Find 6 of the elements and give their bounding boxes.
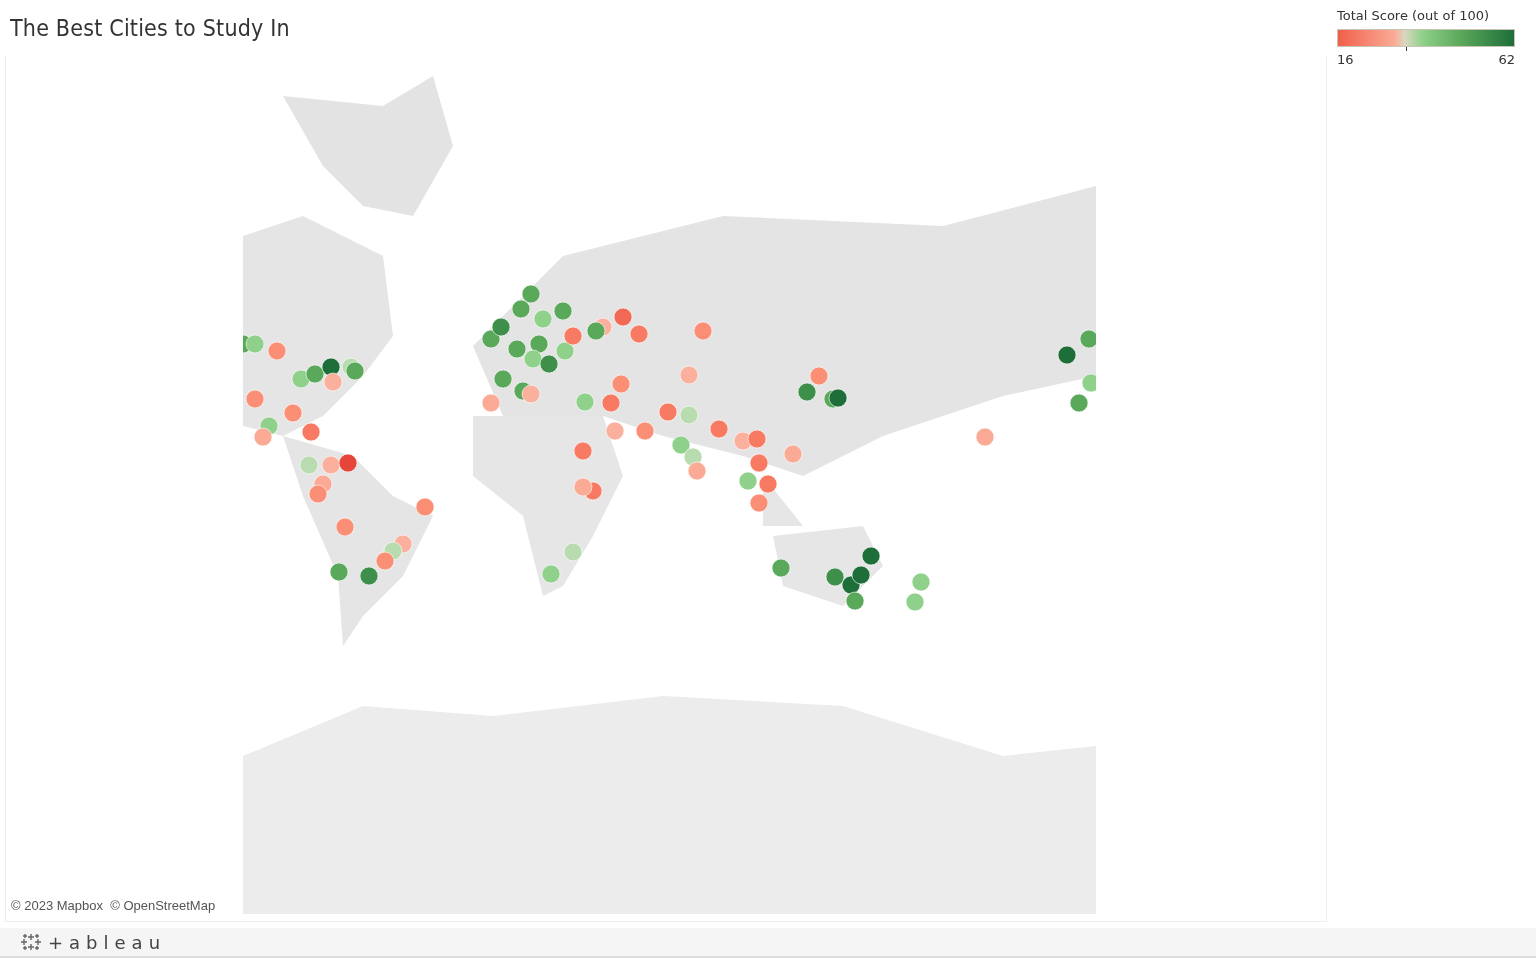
legend-max-label: 62 [1498, 52, 1515, 67]
legend-title: Total Score (out of 100) [1337, 8, 1491, 23]
legend-min-label: 16 [1337, 52, 1354, 67]
dashboard-title: The Best Cities to Study In [10, 15, 290, 41]
tableau-logo-text[interactable]: +ableau [48, 931, 167, 953]
logo-icon[interactable] [20, 931, 42, 953]
